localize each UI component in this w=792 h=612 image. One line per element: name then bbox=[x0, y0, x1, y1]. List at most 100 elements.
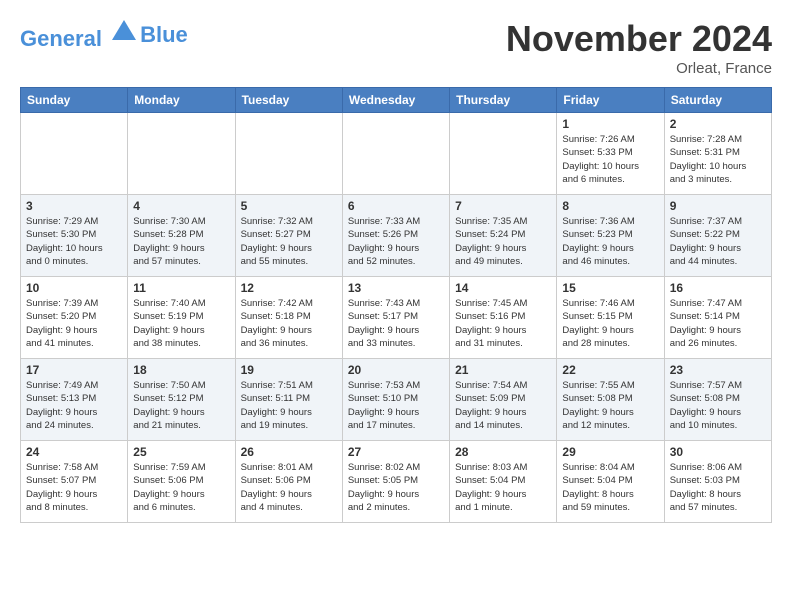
day-number: 24 bbox=[26, 445, 122, 459]
day-number: 1 bbox=[562, 117, 658, 131]
day-cell: 18 Sunrise: 7:50 AM Sunset: 5:12 PM Dayli… bbox=[128, 359, 235, 441]
day-cell: 27 Sunrise: 8:02 AM Sunset: 5:05 PM Dayli… bbox=[342, 441, 449, 523]
day-number: 10 bbox=[26, 281, 122, 295]
day-number: 5 bbox=[241, 199, 337, 213]
day-number: 13 bbox=[348, 281, 444, 295]
day-number: 30 bbox=[670, 445, 766, 459]
day-cell: 4 Sunrise: 7:30 AM Sunset: 5:28 PM Daylig… bbox=[128, 195, 235, 277]
day-cell: 26Sunrise: 8:01 AM Sunset: 5:06 PM Dayli… bbox=[235, 441, 342, 523]
day-info: Sunrise: 7:51 AM Sunset: 5:11 PM Dayligh… bbox=[241, 379, 337, 432]
day-cell: 1Sunrise: 7:26 AM Sunset: 5:33 PM Daylig… bbox=[557, 113, 664, 195]
day-cell: 24 Sunrise: 7:58 AM Sunset: 5:07 PM Dayli… bbox=[21, 441, 128, 523]
weekday-header-thursday: Thursday bbox=[450, 88, 557, 113]
logo-blue: Blue bbox=[140, 23, 188, 47]
day-number: 18 bbox=[133, 363, 229, 377]
day-cell: 15 Sunrise: 7:46 AM Sunset: 5:15 PM Dayli… bbox=[557, 277, 664, 359]
day-number: 9 bbox=[670, 199, 766, 213]
day-cell: 5 Sunrise: 7:32 AM Sunset: 5:27 PM Daylig… bbox=[235, 195, 342, 277]
day-number: 27 bbox=[348, 445, 444, 459]
day-info: Sunrise: 7:29 AM Sunset: 5:30 PM Dayligh… bbox=[26, 215, 122, 268]
day-info: Sunrise: 8:04 AM Sunset: 5:04 PM Dayligh… bbox=[562, 461, 658, 514]
logo-general: General bbox=[20, 26, 102, 51]
weekday-header-monday: Monday bbox=[128, 88, 235, 113]
day-cell: 3 Sunrise: 7:29 AM Sunset: 5:30 PM Daylig… bbox=[21, 195, 128, 277]
weekday-header-saturday: Saturday bbox=[664, 88, 771, 113]
header: General Blue November 2024 Orleat, Franc… bbox=[20, 18, 772, 77]
day-cell: 16Sunrise: 7:47 AM Sunset: 5:14 PM Dayli… bbox=[664, 277, 771, 359]
day-info: Sunrise: 7:36 AM Sunset: 5:23 PM Dayligh… bbox=[562, 215, 658, 268]
day-info: Sunrise: 7:32 AM Sunset: 5:27 PM Dayligh… bbox=[241, 215, 337, 268]
day-cell: 25 Sunrise: 7:59 AM Sunset: 5:06 PM Dayli… bbox=[128, 441, 235, 523]
week-row-3: 10 Sunrise: 7:39 AM Sunset: 5:20 PM Dayli… bbox=[21, 277, 772, 359]
day-info: Sunrise: 7:59 AM Sunset: 5:06 PM Dayligh… bbox=[133, 461, 229, 514]
logo-icon bbox=[110, 18, 138, 46]
calendar-body: 1Sunrise: 7:26 AM Sunset: 5:33 PM Daylig… bbox=[21, 113, 772, 523]
day-info: Sunrise: 7:35 AM Sunset: 5:24 PM Dayligh… bbox=[455, 215, 551, 268]
day-info: Sunrise: 8:02 AM Sunset: 5:05 PM Dayligh… bbox=[348, 461, 444, 514]
day-cell: 30Sunrise: 8:06 AM Sunset: 5:03 PM Dayli… bbox=[664, 441, 771, 523]
day-info: Sunrise: 7:57 AM Sunset: 5:08 PM Dayligh… bbox=[670, 379, 766, 432]
day-number: 7 bbox=[455, 199, 551, 213]
day-number: 11 bbox=[133, 281, 229, 295]
day-info: Sunrise: 7:40 AM Sunset: 5:19 PM Dayligh… bbox=[133, 297, 229, 350]
day-number: 8 bbox=[562, 199, 658, 213]
day-cell bbox=[21, 113, 128, 195]
logo: General Blue bbox=[20, 18, 188, 51]
day-cell: 12 Sunrise: 7:42 AM Sunset: 5:18 PM Dayli… bbox=[235, 277, 342, 359]
day-number: 15 bbox=[562, 281, 658, 295]
page: General Blue November 2024 Orleat, Franc… bbox=[0, 0, 792, 533]
day-number: 28 bbox=[455, 445, 551, 459]
day-number: 17 bbox=[26, 363, 122, 377]
day-info: Sunrise: 7:42 AM Sunset: 5:18 PM Dayligh… bbox=[241, 297, 337, 350]
day-number: 23 bbox=[670, 363, 766, 377]
day-cell: 21 Sunrise: 7:54 AM Sunset: 5:09 PM Dayli… bbox=[450, 359, 557, 441]
day-info: Sunrise: 7:33 AM Sunset: 5:26 PM Dayligh… bbox=[348, 215, 444, 268]
day-number: 2 bbox=[670, 117, 766, 131]
day-info: Sunrise: 7:37 AM Sunset: 5:22 PM Dayligh… bbox=[670, 215, 766, 268]
day-cell: 9 Sunrise: 7:37 AM Sunset: 5:22 PM Daylig… bbox=[664, 195, 771, 277]
location: Orleat, France bbox=[506, 60, 772, 77]
title-block: November 2024 Orleat, France bbox=[506, 18, 772, 77]
day-info: Sunrise: 7:58 AM Sunset: 5:07 PM Dayligh… bbox=[26, 461, 122, 514]
day-number: 21 bbox=[455, 363, 551, 377]
day-number: 3 bbox=[26, 199, 122, 213]
day-cell bbox=[235, 113, 342, 195]
day-info: Sunrise: 7:50 AM Sunset: 5:12 PM Dayligh… bbox=[133, 379, 229, 432]
day-cell bbox=[128, 113, 235, 195]
day-cell: 19Sunrise: 7:51 AM Sunset: 5:11 PM Dayli… bbox=[235, 359, 342, 441]
day-cell bbox=[342, 113, 449, 195]
day-info: Sunrise: 7:53 AM Sunset: 5:10 PM Dayligh… bbox=[348, 379, 444, 432]
weekday-header-wednesday: Wednesday bbox=[342, 88, 449, 113]
day-info: Sunrise: 7:46 AM Sunset: 5:15 PM Dayligh… bbox=[562, 297, 658, 350]
day-info: Sunrise: 7:43 AM Sunset: 5:17 PM Dayligh… bbox=[348, 297, 444, 350]
day-number: 4 bbox=[133, 199, 229, 213]
weekday-header-sunday: Sunday bbox=[21, 88, 128, 113]
day-number: 22 bbox=[562, 363, 658, 377]
day-cell: 2Sunrise: 7:28 AM Sunset: 5:31 PM Daylig… bbox=[664, 113, 771, 195]
day-cell: 7 Sunrise: 7:35 AM Sunset: 5:24 PM Daylig… bbox=[450, 195, 557, 277]
day-cell: 11 Sunrise: 7:40 AM Sunset: 5:19 PM Dayli… bbox=[128, 277, 235, 359]
day-cell: 8 Sunrise: 7:36 AM Sunset: 5:23 PM Daylig… bbox=[557, 195, 664, 277]
logo-text: General bbox=[20, 18, 138, 51]
day-info: Sunrise: 7:47 AM Sunset: 5:14 PM Dayligh… bbox=[670, 297, 766, 350]
day-cell: 13 Sunrise: 7:43 AM Sunset: 5:17 PM Dayli… bbox=[342, 277, 449, 359]
day-cell: 10 Sunrise: 7:39 AM Sunset: 5:20 PM Dayli… bbox=[21, 277, 128, 359]
day-info: Sunrise: 7:55 AM Sunset: 5:08 PM Dayligh… bbox=[562, 379, 658, 432]
day-cell: 17Sunrise: 7:49 AM Sunset: 5:13 PM Dayli… bbox=[21, 359, 128, 441]
week-row-5: 24 Sunrise: 7:58 AM Sunset: 5:07 PM Dayli… bbox=[21, 441, 772, 523]
day-info: Sunrise: 7:30 AM Sunset: 5:28 PM Dayligh… bbox=[133, 215, 229, 268]
day-number: 25 bbox=[133, 445, 229, 459]
week-row-2: 3 Sunrise: 7:29 AM Sunset: 5:30 PM Daylig… bbox=[21, 195, 772, 277]
day-info: Sunrise: 8:03 AM Sunset: 5:04 PM Dayligh… bbox=[455, 461, 551, 514]
weekday-header-tuesday: Tuesday bbox=[235, 88, 342, 113]
day-number: 12 bbox=[241, 281, 337, 295]
day-cell: 23 Sunrise: 7:57 AM Sunset: 5:08 PM Dayli… bbox=[664, 359, 771, 441]
day-info: Sunrise: 8:01 AM Sunset: 5:06 PM Dayligh… bbox=[241, 461, 337, 514]
day-info: Sunrise: 7:54 AM Sunset: 5:09 PM Dayligh… bbox=[455, 379, 551, 432]
day-info: Sunrise: 7:39 AM Sunset: 5:20 PM Dayligh… bbox=[26, 297, 122, 350]
weekday-header-friday: Friday bbox=[557, 88, 664, 113]
day-cell: 22 Sunrise: 7:55 AM Sunset: 5:08 PM Dayli… bbox=[557, 359, 664, 441]
week-row-1: 1Sunrise: 7:26 AM Sunset: 5:33 PM Daylig… bbox=[21, 113, 772, 195]
day-cell: 6Sunrise: 7:33 AM Sunset: 5:26 PM Daylig… bbox=[342, 195, 449, 277]
day-number: 14 bbox=[455, 281, 551, 295]
